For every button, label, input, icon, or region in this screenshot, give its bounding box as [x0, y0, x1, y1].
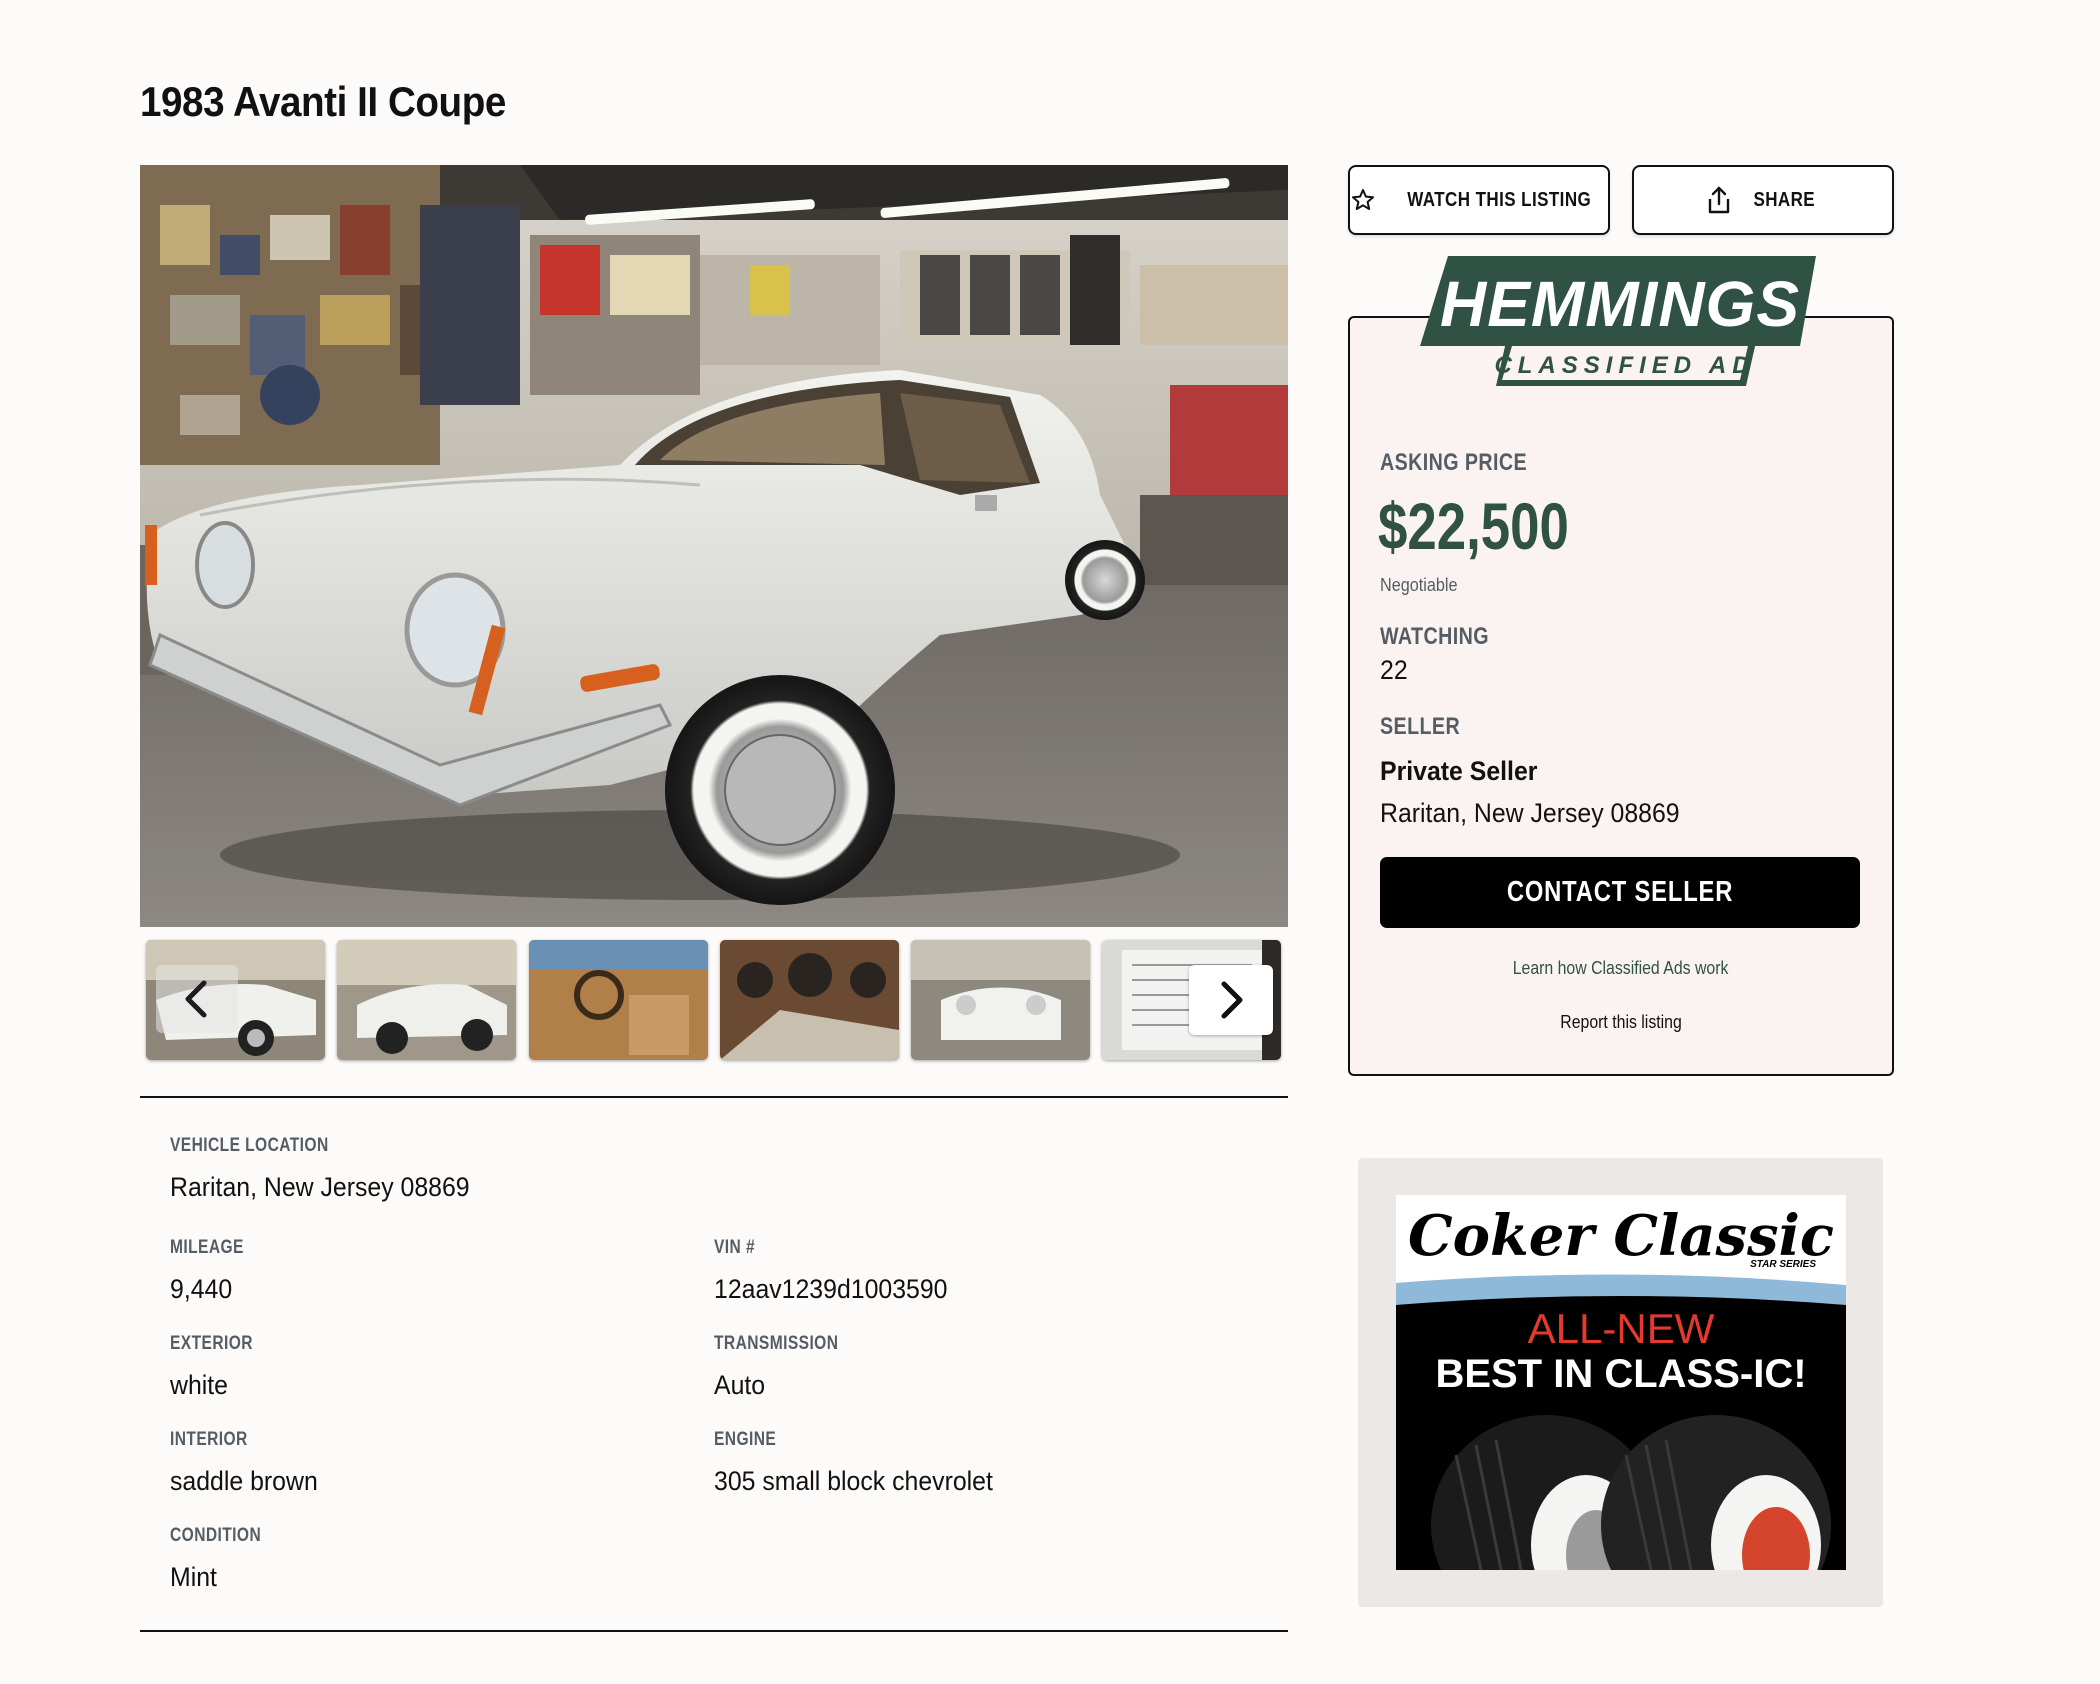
thumbnail-4[interactable]: [720, 940, 899, 1060]
advert-series: STAR SERIES: [1750, 1259, 1816, 1270]
star-outline-icon: [1351, 189, 1374, 210]
details-top-divider: [140, 1096, 1288, 1098]
chevron-right-icon[interactable]: [1189, 965, 1273, 1035]
share-button[interactable]: SHARE: [1632, 165, 1894, 235]
watch-listing-label: WATCH THIS LISTING: [1407, 188, 1591, 211]
interior-label: INTERIOR: [170, 1429, 248, 1450]
seller-location: Raritan, New Jersey 08869: [1380, 798, 1680, 828]
thumbnail-2[interactable]: [337, 940, 516, 1060]
mileage-label: MILEAGE: [170, 1237, 244, 1258]
transmission-label: TRANSMISSION: [714, 1333, 839, 1354]
vin-value: 12aav1239d1003590: [714, 1274, 948, 1304]
main-photo[interactable]: [140, 165, 1288, 927]
contact-seller-label: CONTACT SELLER: [1506, 876, 1734, 908]
condition-label: CONDITION: [170, 1525, 262, 1546]
seller-name: Private Seller: [1380, 756, 1538, 786]
condition-value: Mint: [170, 1562, 217, 1592]
hemmings-logo: HEMMINGS CLASSIFIED AD: [1420, 256, 1820, 386]
exterior-label: EXTERIOR: [170, 1333, 253, 1354]
transmission-value: Auto: [714, 1370, 766, 1400]
advert-headline-1: ALL-NEW: [1528, 1305, 1715, 1352]
engine-label: ENGINE: [714, 1429, 777, 1450]
thumbnail-3[interactable]: [529, 940, 708, 1060]
asking-price: $22,500: [1378, 489, 1569, 563]
price-negotiable-note: Negotiable: [1380, 575, 1458, 595]
thumbnail-strip: [146, 940, 1283, 1060]
learn-classified-link[interactable]: Learn how Classified Ads work: [1348, 958, 1894, 979]
vehicle-location-value: Raritan, New Jersey 08869: [170, 1172, 470, 1202]
chevron-left-icon[interactable]: [156, 965, 238, 1033]
engine-value: 305 small block chevrolet: [714, 1466, 993, 1496]
exterior-value: white: [170, 1370, 228, 1400]
thumbnail-5[interactable]: [911, 940, 1090, 1060]
watching-count: 22: [1380, 655, 1408, 685]
report-listing-link[interactable]: Report this listing: [1348, 1012, 1894, 1033]
vin-label: VIN #: [714, 1237, 756, 1258]
share-upload-icon: [1708, 186, 1729, 214]
seller-label: SELLER: [1380, 713, 1461, 740]
watch-listing-button[interactable]: WATCH THIS LISTING: [1348, 165, 1610, 235]
hemmings-brand: HEMMINGS: [1440, 268, 1800, 340]
classified-badge: CLASSIFIED AD: [1494, 352, 1755, 379]
advert-headline-2: BEST IN CLASS-IC!: [1435, 1352, 1806, 1396]
page-title: 1983 Avanti II Coupe: [140, 78, 506, 125]
asking-price-label: ASKING PRICE: [1380, 449, 1528, 476]
learn-classified-label: Learn how Classified Ads work: [1513, 958, 1729, 978]
interior-value: saddle brown: [170, 1466, 318, 1496]
mileage-value: 9,440: [170, 1274, 233, 1304]
details-bottom-divider: [140, 1630, 1288, 1632]
report-listing-label: Report this listing: [1560, 1012, 1682, 1032]
watching-label: WATCHING: [1380, 623, 1489, 650]
share-label: SHARE: [1753, 188, 1815, 211]
vehicle-location-label: VEHICLE LOCATION: [170, 1135, 329, 1156]
contact-seller-button[interactable]: CONTACT SELLER: [1380, 857, 1860, 928]
coker-classic-advert[interactable]: Coker Classic STAR SERIES ALL-NEW BEST I…: [1396, 1195, 1846, 1570]
